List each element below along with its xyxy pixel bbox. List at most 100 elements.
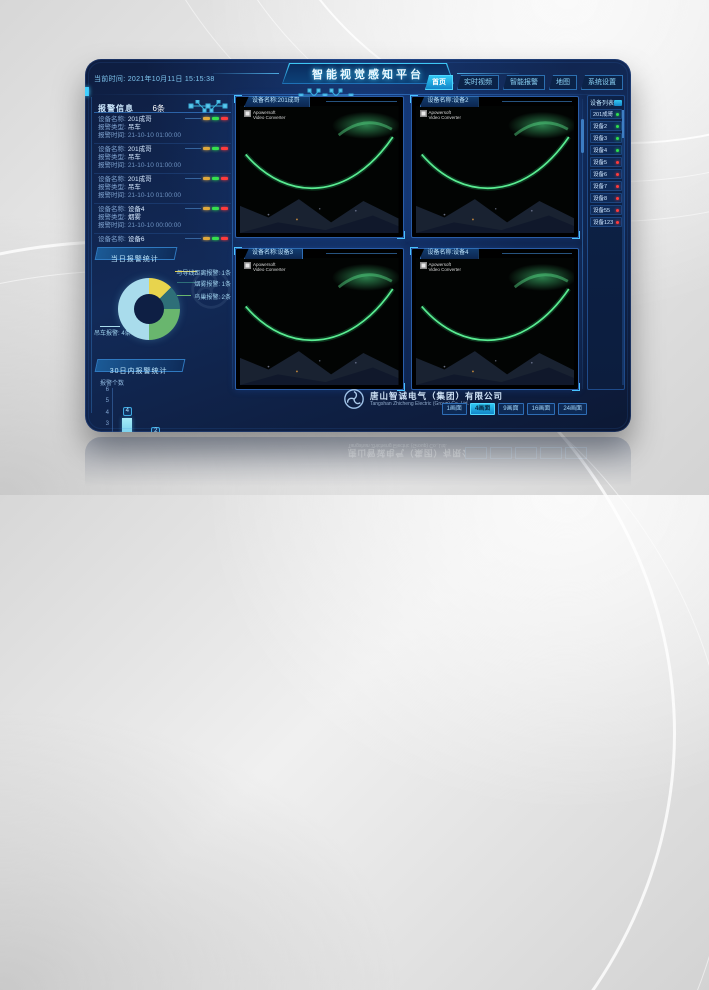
device-list-item[interactable]: 设备8 [590, 193, 622, 203]
bar-column: 0 异物 [171, 389, 197, 432]
daily-stats-title-tab: 当日报警统计 [95, 247, 178, 260]
tab-smart-alarm[interactable]: 智能报警 [503, 75, 545, 90]
alarm-list-item[interactable]: 设备名称:201成哥 报警类型:吊车 报警时间:21-10-10 01:00:0… [94, 144, 231, 174]
device-name: 设备2 [593, 122, 607, 130]
bar-value-bubble: 4 [123, 407, 132, 416]
device-list-item[interactable]: 设备2 [590, 121, 622, 131]
video-frame-art [240, 106, 399, 233]
tile-header-line [326, 101, 397, 102]
device-status-dot [616, 125, 619, 128]
tile-header-line [502, 101, 573, 102]
time-value: 21-10-10 01:00:00 [128, 192, 181, 199]
tab-live-video[interactable]: 实时视频 [457, 75, 499, 90]
bar-chart-ylabel: 报警个数 [100, 378, 124, 387]
video-stream[interactable]: Apowersoft Video Converter [240, 106, 399, 233]
video-watermark: Apowersoft Video Converter [244, 262, 285, 272]
device-list-item[interactable]: 设备55 [590, 205, 622, 215]
reflection-text: 唐山智诚电气（集团）有限公司 [348, 448, 481, 458]
alarm-list-item[interactable]: 设备名称:设备4 报警类型:烟雾 报警时间:21-10-10 00:00:00 [94, 204, 231, 234]
device-name: 设备3 [593, 134, 607, 142]
watermark-line2: Video Converter [253, 115, 285, 120]
device-list-panel: 设备列表 201成哥 设备2 设备3 设备4 设备5 设备6 设备7 设备8 设… [587, 95, 625, 390]
bar-column: 4 吊车 [114, 389, 140, 432]
device-list-header: 设备列表 [590, 98, 622, 107]
device-status-dot [616, 137, 619, 140]
video-tile-1[interactable]: 设备名称:201成哥 [235, 96, 404, 238]
tab-map[interactable]: 地图 [549, 75, 577, 90]
device-status-dot [616, 221, 619, 224]
alarm-severity-indicator [185, 147, 228, 150]
alarm-severity-indicator [185, 237, 228, 240]
device-list-item[interactable]: 设备5 [590, 157, 622, 167]
banner-line [213, 73, 279, 74]
severity-chip-green [212, 207, 219, 210]
device-list-item[interactable]: 设备4 [590, 145, 622, 155]
divider-scroll-thumb[interactable] [581, 119, 584, 153]
device-status-dot [616, 161, 619, 164]
view-4-button[interactable]: 4画面 [470, 403, 495, 415]
alarm-count-badge: 6条 [152, 104, 164, 113]
view-16-button[interactable]: 16画面 [527, 403, 556, 415]
video-stream[interactable]: Apowersoft Video Converter [416, 106, 575, 233]
device-list-item[interactable]: 设备3 [590, 133, 622, 143]
device-name: 设备55 [593, 206, 610, 214]
bar-chart-bars: 4 吊车 2 鸟巢 0 异物 0 与导线距离 [113, 389, 227, 432]
banner-line [457, 73, 519, 74]
tab-settings[interactable]: 系统设置 [581, 75, 623, 90]
watermark-logo-icon [420, 262, 427, 269]
severity-chip-red [221, 147, 228, 150]
video-tile-4[interactable]: 设备名称:设备4 [411, 248, 580, 390]
device-value: 201成哥 [128, 116, 152, 123]
dashboard-window: 当前时间: 2021年10月11日 15:15:38 智能视觉感知平台 首页 实… [85, 59, 631, 432]
type-label: 报警类型: [98, 184, 126, 191]
severity-chip-orange [203, 207, 210, 210]
video-tile-2[interactable]: 设备名称:设备2 [411, 96, 580, 238]
watermark-logo-icon [244, 262, 251, 269]
device-list-scroll-thumb[interactable] [622, 110, 624, 138]
tab-home[interactable]: 首页 [425, 75, 453, 90]
view-9-button[interactable]: 9画面 [498, 403, 523, 415]
device-status-dot [616, 209, 619, 212]
view-1-button[interactable]: 1画面 [442, 403, 467, 415]
video-tile-3[interactable]: 设备名称:设备3 [235, 248, 404, 390]
bar-value-bubble: 2 [151, 427, 160, 432]
alarm-panel: 报警信息 6条 设备名称:201成哥 报警类型:吊车 报警时间:21-10-10… [91, 97, 231, 413]
video-frame-art [416, 106, 575, 233]
watermark-line2: Video Converter [429, 115, 461, 120]
nav-tabs: 首页 实时视频 智能报警 地图 系统设置 [425, 75, 623, 90]
time-value: 21-10-10 01:00:00 [128, 162, 181, 169]
device-list-item[interactable]: 设备7 [590, 181, 622, 191]
type-label: 报警类型: [98, 154, 126, 161]
device-list-item[interactable]: 201成哥 [590, 109, 622, 119]
alarm-list: 设备名称:201成哥 报警类型:吊车 报警时间:21-10-10 01:00:0… [94, 114, 231, 242]
current-time: 当前时间: 2021年10月11日 15:15:38 [94, 74, 215, 84]
video-stream[interactable]: Apowersoft Video Converter [416, 258, 575, 385]
video-tile-title: 设备名称:设备3 [244, 248, 303, 259]
alarm-list-item[interactable]: 设备名称:设备6 报警类型:吊车 报警时间:21-10-10 01:00:00 [94, 234, 231, 242]
device-list-scrollbar[interactable] [622, 110, 624, 385]
alarm-severity-indicator [185, 177, 228, 180]
alarm-severity-indicator [185, 117, 228, 120]
page-title: 智能视觉感知平台 [312, 66, 424, 82]
device-list-action-pill[interactable] [614, 100, 622, 106]
video-watermark: Apowersoft Video Converter [420, 262, 461, 272]
severity-chip-green [212, 237, 219, 240]
alarm-list-item[interactable]: 设备名称:201成哥 报警类型:吊车 报警时间:21-10-10 01:00:0… [94, 114, 231, 144]
device-name: 设备4 [593, 146, 607, 154]
view-24-button[interactable]: 24画面 [558, 403, 587, 415]
severity-chip-green [212, 117, 219, 120]
device-list-item[interactable]: 设备6 [590, 169, 622, 179]
video-stream[interactable]: Apowersoft Video Converter [240, 258, 399, 385]
device-status-dot [616, 113, 619, 116]
monthly-stats-title: 30日内报警统计 [110, 366, 168, 377]
severity-chip-green [212, 147, 219, 150]
device-value: 设备6 [128, 236, 145, 242]
severity-chip-red [221, 117, 228, 120]
device-list-item[interactable]: 设备123 [590, 217, 622, 227]
time-value: 21-10-10 01:00:00 [128, 132, 181, 139]
device-name: 设备6 [593, 170, 607, 178]
severity-chip-red [221, 207, 228, 210]
device-name: 201成哥 [593, 110, 613, 118]
alarm-list-item[interactable]: 设备名称:201成哥 报警类型:吊车 报警时间:21-10-10 01:00:0… [94, 174, 231, 204]
device-name: 设备5 [593, 158, 607, 166]
